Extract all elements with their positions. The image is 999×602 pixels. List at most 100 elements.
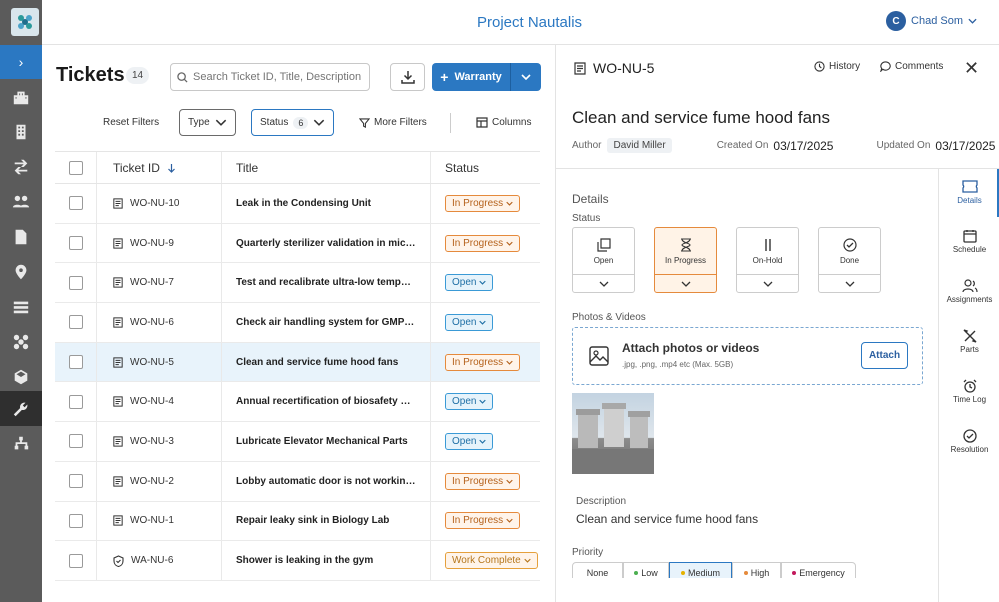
parts-icon[interactable] xyxy=(0,324,42,359)
search-input[interactable] xyxy=(193,71,363,83)
package-icon[interactable] xyxy=(0,359,42,394)
tab-schedule[interactable]: Schedule xyxy=(939,229,999,254)
description-label: Description xyxy=(576,496,627,507)
status-badge[interactable]: Work Complete xyxy=(445,552,538,570)
ticket-title-cell: Check air handling system for GMP co... xyxy=(222,303,431,342)
warranty-dropdown-button[interactable] xyxy=(510,63,541,91)
table-row[interactable]: WO-NU-9 Quarterly sterilizer validation i… xyxy=(55,223,540,264)
status-badge[interactable]: In Progress xyxy=(445,194,521,212)
tab-details[interactable]: Details xyxy=(939,179,999,205)
close-icon[interactable]: ✕ xyxy=(964,58,979,79)
table-row[interactable]: WO-NU-4 Annual recertification of biosafe… xyxy=(55,382,540,423)
attach-dropzone[interactable]: Attach photos or videos .jpg, .png, .mp4… xyxy=(572,327,923,385)
ticket-title-cell: Lubricate Elevator Mechanical Parts xyxy=(222,422,431,461)
table-row[interactable]: WO-NU-1 Repair leaky sink in Biology Lab I… xyxy=(55,501,540,542)
table-row[interactable]: WO-NU-7 Test and recalibrate ultra-low te… xyxy=(55,263,540,304)
row-checkbox[interactable] xyxy=(68,553,83,568)
priority-medium[interactable]: Medium xyxy=(669,562,732,578)
status-badge[interactable]: In Progress xyxy=(445,234,521,252)
row-checkbox[interactable] xyxy=(68,434,83,449)
type-filter[interactable]: Type xyxy=(179,109,236,136)
status-badge[interactable]: Open xyxy=(445,432,494,450)
priority-low[interactable]: Low xyxy=(623,562,669,578)
transfer-icon[interactable] xyxy=(0,149,42,184)
status-cell: In Progress xyxy=(431,184,521,223)
column-header-title[interactable]: Title xyxy=(222,152,431,183)
status-badge[interactable]: Open xyxy=(445,393,494,411)
status-cell: In Progress xyxy=(431,502,521,541)
row-checkbox[interactable] xyxy=(68,196,83,211)
row-checkbox-cell xyxy=(55,184,97,223)
tab-parts[interactable]: Parts xyxy=(939,329,999,354)
history-button[interactable]: History xyxy=(814,61,860,72)
row-checkbox[interactable] xyxy=(68,355,83,370)
hierarchy-icon[interactable] xyxy=(0,426,42,461)
app-logo[interactable] xyxy=(11,8,39,36)
ticket-id: WO-NU-1 xyxy=(130,515,174,527)
more-filters-button[interactable]: More Filters xyxy=(359,117,427,128)
table-row[interactable]: WO-NU-5 Clean and service fume hood fans I… xyxy=(55,342,540,383)
reset-filters-button[interactable]: Reset Filters xyxy=(103,117,159,128)
server-icon[interactable] xyxy=(0,289,42,324)
select-all-checkbox[interactable] xyxy=(68,160,83,175)
priority-high[interactable]: High xyxy=(732,562,781,578)
expand-sidebar-button[interactable]: › xyxy=(0,45,42,79)
status-badge[interactable]: Open xyxy=(445,274,494,292)
ticket-title-cell: Test and recalibrate ultra-low temperat.… xyxy=(222,263,431,303)
ticket-icon xyxy=(113,277,123,288)
row-checkbox[interactable] xyxy=(68,513,83,528)
table-row[interactable]: WO-NU-6 Check air handling system for GMP… xyxy=(55,303,540,343)
warranty-button[interactable]: + Warranty xyxy=(432,63,510,91)
location-icon[interactable] xyxy=(0,254,42,289)
table-row[interactable]: WO-NU-10 Leak in the Condensing Unit In Pr… xyxy=(55,184,540,224)
tab-label: Schedule xyxy=(952,245,987,254)
attached-photo-thumbnail[interactable] xyxy=(572,393,654,474)
row-checkbox[interactable] xyxy=(68,474,83,489)
tab-assignments[interactable]: Assignments xyxy=(939,279,999,304)
tab-resolution[interactable]: Resolution xyxy=(939,429,999,454)
status-badge[interactable]: In Progress xyxy=(445,512,521,530)
author-tag[interactable]: David Miller xyxy=(607,138,672,153)
row-checkbox[interactable] xyxy=(68,275,83,290)
row-checkbox-cell xyxy=(55,303,97,342)
detail-header: WO-NU-5 xyxy=(574,60,654,76)
priority-emergency[interactable]: Emergency xyxy=(781,562,856,578)
people-icon[interactable] xyxy=(0,184,42,219)
building-icon[interactable] xyxy=(0,114,42,149)
search-box[interactable] xyxy=(170,63,370,91)
columns-button[interactable]: Columns xyxy=(476,117,531,128)
sort-arrow-down-icon[interactable] xyxy=(167,163,176,173)
table-row[interactable]: WA-NU-6 Shower is leaking in the gym Work … xyxy=(55,541,540,581)
document-icon[interactable] xyxy=(0,219,42,254)
status-option-in-progress[interactable]: In Progress xyxy=(654,227,717,293)
table-row[interactable]: WO-NU-3 Lubricate Elevator Mechanical Par… xyxy=(55,422,540,462)
status-option-open[interactable]: Open xyxy=(572,227,635,293)
row-checkbox[interactable] xyxy=(68,236,83,251)
attach-button[interactable]: Attach xyxy=(861,342,908,369)
check-circle-icon xyxy=(962,429,977,443)
buildings-icon[interactable] xyxy=(0,79,42,114)
status-option-done[interactable]: Done xyxy=(818,227,881,293)
status-option-on-hold[interactable]: On-Hold xyxy=(736,227,799,293)
chevron-down-icon xyxy=(215,119,226,126)
status-filter[interactable]: Status 6 xyxy=(251,109,335,136)
download-button[interactable] xyxy=(390,63,425,91)
status-badge[interactable]: Open xyxy=(445,313,494,331)
chevron-down-icon xyxy=(506,201,513,206)
status-badge[interactable]: In Progress xyxy=(445,472,521,490)
chevron-down-icon xyxy=(506,519,513,524)
comments-button[interactable]: Comments xyxy=(880,61,943,72)
user-menu[interactable]: C Chad Som xyxy=(886,11,977,31)
tab-label: Details xyxy=(957,196,982,205)
chevron-down-icon xyxy=(521,74,531,80)
column-header-ticket-id[interactable]: Ticket ID xyxy=(97,152,222,183)
row-checkbox[interactable] xyxy=(68,394,83,409)
table-row[interactable]: WO-NU-2 Lobby automatic door is not worki… xyxy=(55,461,540,502)
tab-time-log[interactable]: Time Log xyxy=(939,379,999,404)
wrench-icon[interactable] xyxy=(0,391,42,426)
priority-none[interactable]: None xyxy=(572,562,623,578)
row-checkbox[interactable] xyxy=(68,315,83,330)
status-badge[interactable]: In Progress xyxy=(445,353,521,371)
ticket-title: Shower is leaking in the gym xyxy=(236,555,374,567)
column-header-status[interactable]: Status xyxy=(431,152,479,183)
